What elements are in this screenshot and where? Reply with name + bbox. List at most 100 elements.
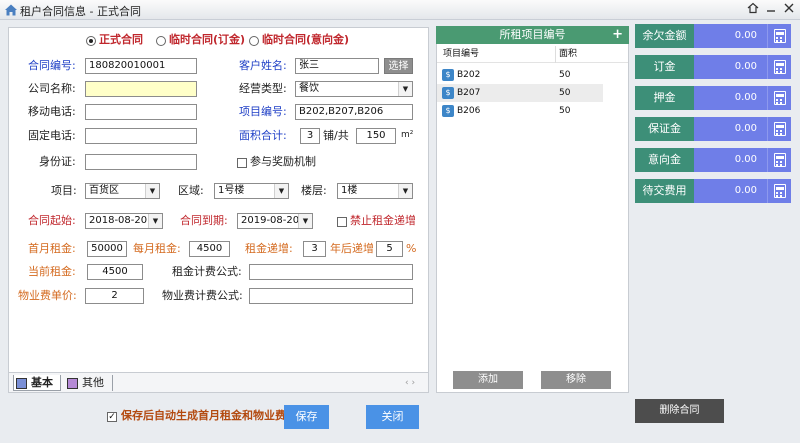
select-customer-button[interactable]: 选择	[384, 58, 413, 74]
property-formula-input[interactable]	[249, 288, 413, 304]
phone-label: 固定电话:	[28, 129, 76, 142]
no-increase-checkbox[interactable]	[337, 217, 347, 227]
radio-temp-intent[interactable]	[249, 36, 259, 46]
phone-input[interactable]	[85, 128, 197, 144]
table-row[interactable]: $ B206 50	[437, 102, 603, 120]
start-date-label: 合同起始:	[28, 214, 76, 227]
minimize-icon[interactable]	[763, 2, 779, 16]
close-button[interactable]: 关闭	[366, 405, 419, 429]
save-button[interactable]: 保存	[284, 405, 329, 429]
mobile-input[interactable]	[85, 104, 197, 120]
reward-checkbox[interactable]	[237, 158, 247, 168]
start-date-picker[interactable]: 2018-08-20 ▼	[85, 213, 163, 229]
col-area: 面积	[559, 49, 578, 59]
summary-label: 订金	[653, 60, 676, 73]
auto-generate-label: 保存后自动生成首月租金和物业费	[121, 409, 286, 422]
calculator-button[interactable]	[767, 86, 791, 110]
tab-bar: 基本 其他 ‹ ›	[9, 372, 428, 392]
row-code: B202	[457, 70, 481, 80]
project-no-input[interactable]: B202,B207,B206	[295, 104, 413, 120]
summary-card-intent: 意向金 0.00	[635, 148, 791, 172]
row-code: B207	[457, 88, 481, 98]
home-window-icon[interactable]	[745, 2, 761, 16]
dollar-icon: $	[442, 87, 454, 99]
summary-card-guarantee: 保证金 0.00	[635, 117, 791, 141]
radio-formal-label: 正式合同	[99, 33, 143, 46]
radio-temp-deposit[interactable]	[156, 36, 166, 46]
calculator-button[interactable]	[767, 148, 791, 172]
reward-label: 参与奖励机制	[250, 155, 316, 168]
zone-label: 区域:	[178, 184, 204, 197]
auto-generate-checkbox[interactable]: ✓	[107, 412, 117, 422]
summary-value: 0.00	[694, 117, 767, 141]
close-icon[interactable]	[781, 2, 797, 16]
shop-count-input[interactable]: 3	[300, 128, 320, 144]
floor-value: 1楼	[341, 185, 358, 196]
tab-scroll-arrows[interactable]: ‹ ›	[405, 375, 415, 391]
summary-card-arrears: 余欠金额 0.00	[635, 24, 791, 48]
increase-years-input[interactable]: 3	[303, 241, 326, 257]
chevron-down-icon: ▼	[298, 214, 312, 228]
radio-formal-contract[interactable]	[86, 36, 96, 46]
tab-other[interactable]: 其他	[65, 375, 113, 391]
tab-basic[interactable]: 基本	[13, 375, 61, 391]
monthly-rent-input[interactable]: 4500	[189, 241, 230, 257]
project-no-label: 项目编号:	[239, 105, 287, 118]
project-value: 百货区	[89, 185, 119, 196]
property-formula-label: 物业费计费公式:	[162, 289, 243, 302]
summary-card-pending: 待交费用 0.00	[635, 179, 791, 203]
area-total-input[interactable]: 150	[356, 128, 396, 144]
zone-select[interactable]: 1号楼 ▼	[214, 183, 289, 199]
mobile-label: 移动电话:	[28, 105, 76, 118]
customer-input[interactable]: 张三	[295, 58, 379, 74]
calculator-button[interactable]	[767, 24, 791, 48]
calculator-button[interactable]	[767, 117, 791, 141]
calculator-icon	[774, 29, 786, 43]
first-rent-input[interactable]: 50000	[87, 241, 127, 257]
table-row[interactable]: $ B207 50	[437, 84, 603, 102]
contract-no-input[interactable]: 180820010001	[85, 58, 197, 74]
add-icon[interactable]: +	[612, 26, 623, 43]
id-input[interactable]	[85, 154, 197, 170]
project-select[interactable]: 百货区 ▼	[85, 183, 160, 199]
add-project-button[interactable]: 添加	[453, 371, 523, 389]
current-rent-input[interactable]: 4500	[87, 264, 143, 280]
rent-formula-label: 租金计费公式:	[172, 265, 242, 278]
summary-label: 押金	[653, 91, 676, 104]
summary-value: 0.00	[694, 148, 767, 172]
business-type-value: 餐饮	[299, 83, 319, 94]
tab-other-swatch	[67, 378, 78, 389]
project-label: 项目:	[51, 184, 77, 197]
tab-basic-label: 基本	[31, 376, 53, 389]
zone-value: 1号楼	[218, 185, 245, 196]
remove-project-button[interactable]: 移除	[541, 371, 611, 389]
end-date-picker[interactable]: 2019-08-20 ▼	[237, 213, 313, 229]
property-price-input[interactable]: 2	[85, 288, 144, 304]
chevron-down-icon: ▼	[148, 214, 162, 228]
chevron-down-icon: ▼	[398, 82, 412, 96]
window-title: 租户合同信息 - 正式合同	[20, 5, 141, 18]
monthly-rent-label: 每月租金:	[133, 242, 181, 255]
table-row[interactable]: $ B202 50	[437, 66, 603, 84]
floor-select[interactable]: 1楼 ▼	[337, 183, 413, 199]
business-type-label: 经营类型:	[239, 82, 287, 95]
first-rent-label: 首月租金:	[28, 242, 76, 255]
area-total-label: 面积合计:	[239, 129, 287, 142]
calculator-button[interactable]	[767, 55, 791, 79]
delete-contract-button[interactable]: 删除合同	[635, 399, 724, 423]
business-type-select[interactable]: 餐饮 ▼	[295, 81, 413, 97]
row-code: B206	[457, 106, 481, 116]
after-years-label: 年后递增	[330, 242, 374, 255]
summary-value: 0.00	[694, 179, 767, 203]
grid-title: 所租项目编号	[499, 28, 566, 41]
summary-value: 0.00	[694, 55, 767, 79]
current-rent-label: 当前租金:	[28, 265, 76, 278]
tab-other-label: 其他	[82, 376, 104, 389]
row-area: 50	[559, 106, 571, 116]
company-input[interactable]	[85, 81, 197, 97]
id-label: 身份证:	[39, 155, 76, 168]
rent-formula-input[interactable]	[249, 264, 413, 280]
calculator-button[interactable]	[767, 179, 791, 203]
increase-pct-input[interactable]: 5	[376, 241, 403, 257]
dollar-icon: $	[442, 105, 454, 117]
